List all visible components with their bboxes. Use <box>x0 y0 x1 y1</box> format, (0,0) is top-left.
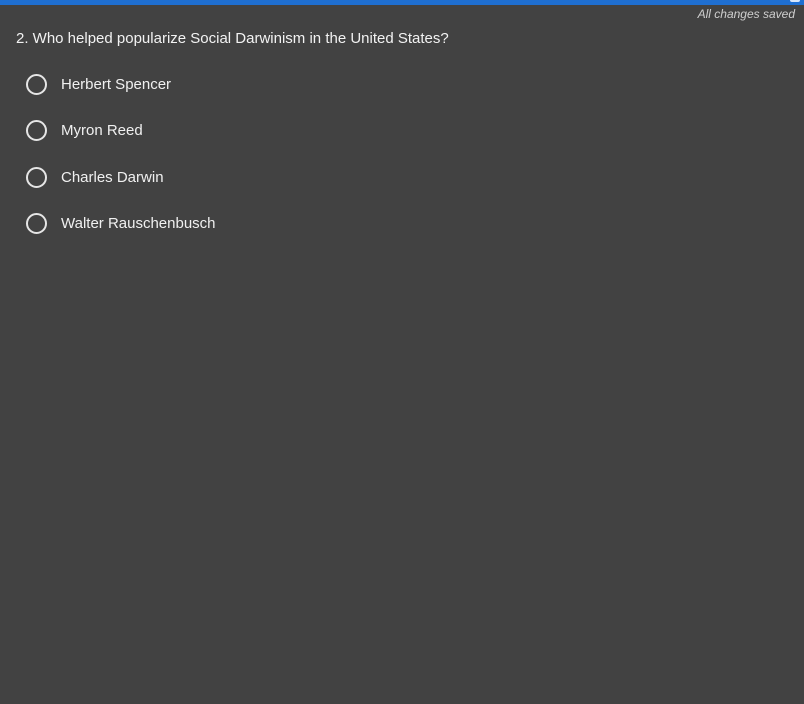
answer-option-label[interactable]: Herbert Spencer <box>61 76 171 93</box>
radio-button-icon[interactable] <box>26 73 47 95</box>
top-bar-handle <box>790 0 800 2</box>
radio-button-icon[interactable] <box>26 166 47 188</box>
question-text: 2. Who helped popularize Social Darwinis… <box>16 30 449 47</box>
answer-option-label[interactable]: Myron Reed <box>61 122 143 139</box>
answer-option-label[interactable]: Charles Darwin <box>61 169 164 186</box>
radio-button-icon[interactable] <box>26 120 47 142</box>
radio-button-icon[interactable] <box>26 213 47 235</box>
answer-option[interactable]: Walter Rauschenbusch <box>26 201 216 248</box>
answer-option-label[interactable]: Walter Rauschenbusch <box>61 215 216 232</box>
answer-option[interactable]: Charles Darwin <box>26 154 216 201</box>
answer-option[interactable]: Myron Reed <box>26 108 216 155</box>
save-status: All changes saved <box>697 7 795 21</box>
top-accent-bar <box>0 0 804 5</box>
answer-options: Herbert Spencer Myron Reed Charles Darwi… <box>26 61 216 247</box>
answer-option[interactable]: Herbert Spencer <box>26 61 216 108</box>
